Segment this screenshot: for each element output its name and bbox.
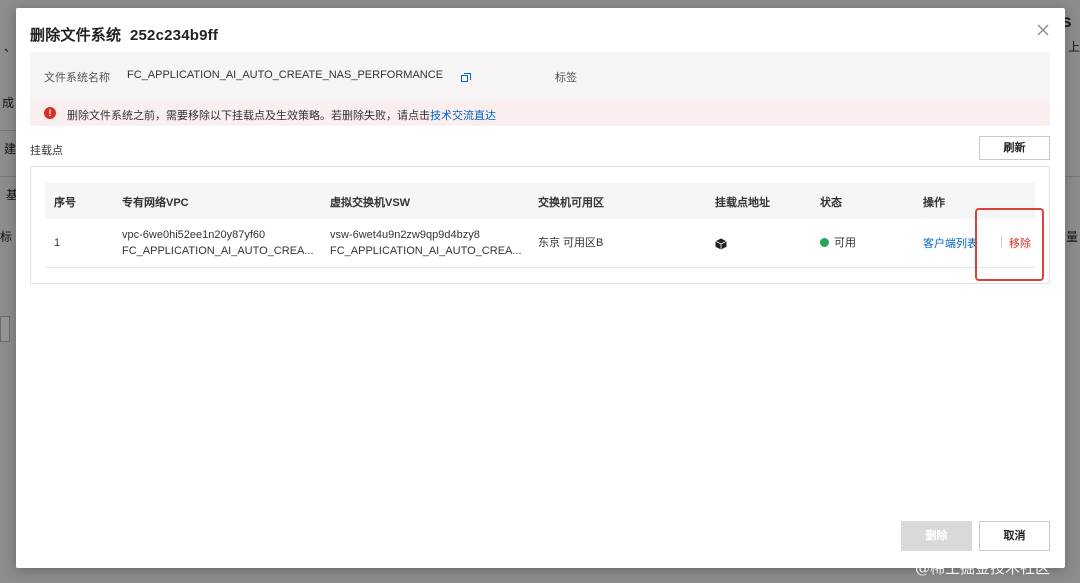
col-header-zone: 交换机可用区 xyxy=(538,197,604,209)
mount-points-label: 挂载点 xyxy=(30,145,63,157)
dialog-title-text: 删除文件系统 xyxy=(30,27,122,44)
success-icon xyxy=(820,238,829,247)
col-header-index: 序号 xyxy=(54,197,76,209)
status-badge: 可用 xyxy=(820,235,856,251)
mount-points-table: 序号 专有网络VPC 虚拟交换机VSW 交换机可用区 挂载点地址 状态 操作 1… xyxy=(30,166,1050,284)
delete-filesystem-dialog: 删除文件系统 252c234b9ff 文件系统名称 FC_APPLICATION… xyxy=(16,8,1065,568)
warning-alert: ! 删除文件系统之前，需要移除以下挂载点及生效策略。若删除失败，请点击技术交流直… xyxy=(30,101,1050,125)
row-index: 1 xyxy=(54,237,61,249)
col-header-vpc: 专有网络VPC xyxy=(122,197,189,209)
client-list-link[interactable]: 客户端列表 xyxy=(923,235,978,251)
vpc-id: vpc-6we0hi52ee1n20y87yf60 xyxy=(122,229,266,241)
cancel-button[interactable]: 取消 xyxy=(979,521,1050,551)
support-link[interactable]: 技术交流直达 xyxy=(430,110,496,122)
zone-value: 东京 可用区B xyxy=(538,237,604,249)
tag-label: 标签 xyxy=(555,72,577,84)
warning-text: 删除文件系统之前，需要移除以下挂载点及生效策略。若删除失败，请点击技术交流直达 xyxy=(67,107,496,123)
copy-icon[interactable] xyxy=(461,70,471,82)
annotation-highlight xyxy=(975,208,1044,281)
col-header-mount-address: 挂载点地址 xyxy=(715,197,770,209)
delete-button[interactable]: 删除 xyxy=(901,521,972,551)
vsw-id: vsw-6wet4u9n2zw9qp9d4bzy8 xyxy=(330,229,480,241)
table-row: 1 vpc-6we0hi52ee1n20y87yf60 FC_APPLICATI… xyxy=(45,219,1035,268)
vsw-name: FC_APPLICATION_AI_AUTO_CREA... xyxy=(330,245,522,257)
error-icon: ! xyxy=(44,107,56,119)
warning-message: 删除文件系统之前，需要移除以下挂载点及生效策略。若删除失败，请点击 xyxy=(67,110,430,122)
col-header-actions: 操作 xyxy=(923,197,945,209)
fs-name-label: 文件系统名称 xyxy=(44,72,110,84)
col-header-status: 状态 xyxy=(820,197,842,209)
fs-name-value: FC_APPLICATION_AI_AUTO_CREATE_NAS_PERFOR… xyxy=(127,69,444,81)
watermark: @稀土掘金技术社区 xyxy=(915,559,1051,577)
table-header: 序号 专有网络VPC 虚拟交换机VSW 交换机可用区 挂载点地址 状态 操作 xyxy=(45,183,1035,219)
close-icon[interactable] xyxy=(1035,22,1051,38)
refresh-button[interactable]: 刷新 xyxy=(979,136,1050,160)
dialog-title: 删除文件系统 252c234b9ff xyxy=(30,24,218,45)
dialog-title-id: 252c234b9ff xyxy=(129,27,219,44)
status-text: 可用 xyxy=(834,237,856,249)
vpc-name: FC_APPLICATION_AI_AUTO_CREA... xyxy=(122,245,314,257)
mount-address-icon[interactable] xyxy=(715,237,727,250)
col-header-vsw: 虚拟交换机VSW xyxy=(330,197,411,209)
